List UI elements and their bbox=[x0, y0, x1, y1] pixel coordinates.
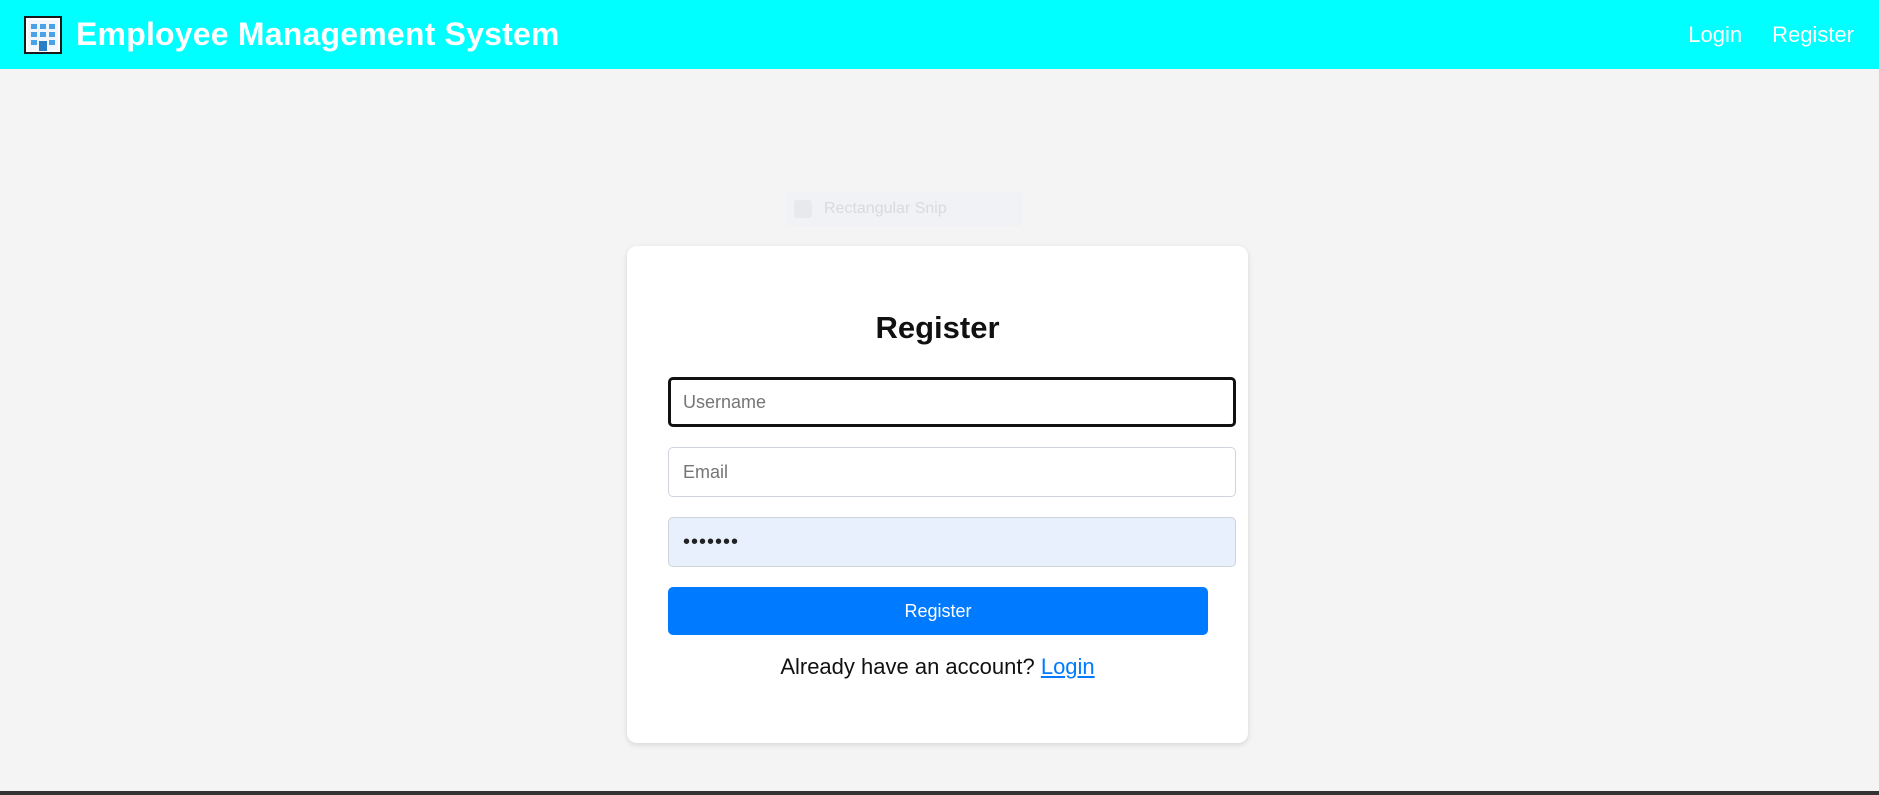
brand: Employee Management System bbox=[24, 15, 560, 54]
page: Employee Management System Login Registe… bbox=[0, 0, 1879, 795]
login-prompt: Already have an account? Login bbox=[627, 654, 1248, 680]
window-bottom-edge bbox=[0, 791, 1879, 795]
snip-label: Rectangular Snip bbox=[824, 200, 947, 217]
register-submit-button[interactable]: Register bbox=[668, 587, 1208, 635]
email-input[interactable] bbox=[668, 447, 1236, 497]
login-link[interactable]: Login bbox=[1041, 654, 1095, 679]
office-building-icon bbox=[24, 15, 62, 54]
nav-login-link[interactable]: Login bbox=[1688, 22, 1742, 48]
password-input[interactable] bbox=[668, 517, 1236, 567]
register-title: Register bbox=[875, 310, 1000, 345]
username-input[interactable] bbox=[668, 377, 1236, 427]
snip-tool-overlay: Rectangular Snip bbox=[786, 192, 1022, 226]
top-navbar: Employee Management System Login Registe… bbox=[0, 0, 1879, 69]
snip-icon bbox=[794, 200, 812, 218]
app-title: Employee Management System bbox=[76, 16, 560, 52]
login-prompt-text: Already have an account? bbox=[780, 654, 1041, 679]
register-card: Register Register Already have an accoun… bbox=[627, 246, 1248, 743]
header-nav: Login Register bbox=[1688, 22, 1855, 48]
nav-register-link[interactable]: Register bbox=[1772, 22, 1854, 48]
